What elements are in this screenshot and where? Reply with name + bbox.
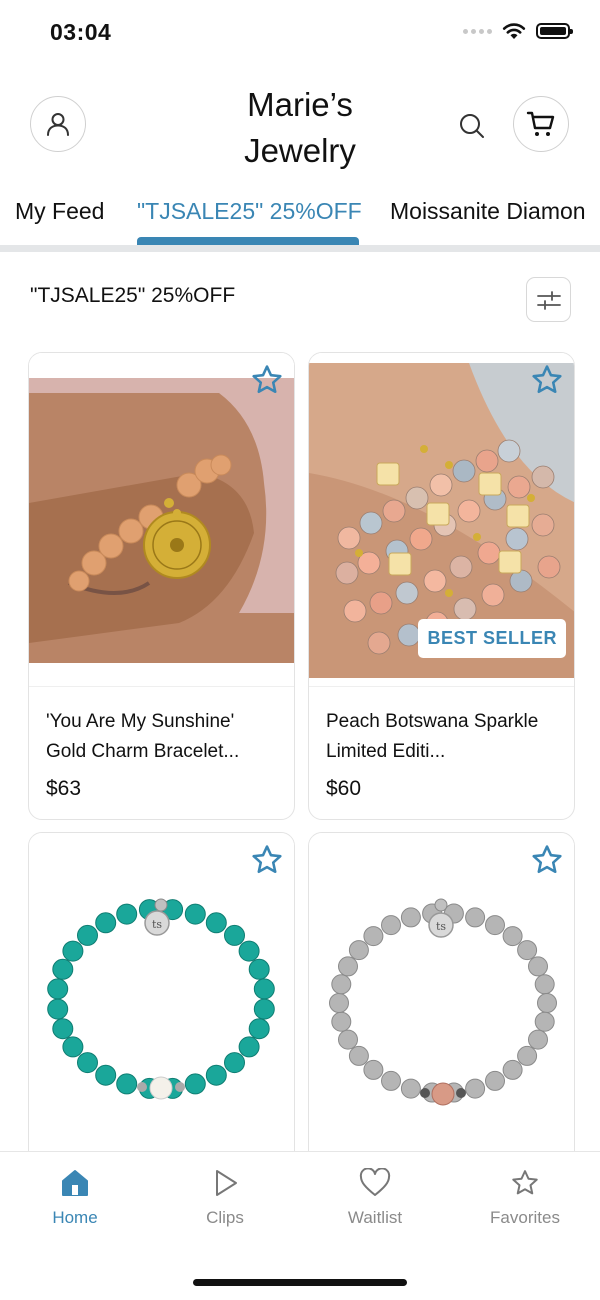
product-price: $63 [46,777,82,800]
home-indicator [193,1279,407,1286]
product-card[interactable]: ts [308,832,575,1172]
svg-text:ts: ts [436,920,446,933]
heart-icon [359,1168,391,1196]
wifi-icon [502,23,526,39]
product-name: 'You Are My Sunshine' Gold Charm Bracele… [46,711,240,762]
product-image[interactable]: ts [29,833,294,1171]
favorite-star-icon[interactable] [530,363,564,397]
status-bar: 03:04 [0,0,600,66]
search-icon [460,114,484,138]
cart-icon [526,111,555,136]
play-icon [216,1170,237,1196]
title-line-1: Marie’s [247,86,353,123]
svg-text:ts: ts [152,918,162,931]
bottom-nav: Home Clips Waitlist Favorites [0,1151,600,1300]
filter-button[interactable] [526,277,571,322]
tabs-divider [0,245,600,252]
title-line-2: Jewelry [244,132,356,169]
product-card[interactable]: 'You Are My Sunshine' Gold Charm Bracele… [28,352,295,820]
nav-favorites[interactable]: Favorites [450,1168,600,1228]
section-title: "TJSALE25" 25%OFF [30,284,236,307]
best-seller-badge: BEST SELLER [418,619,566,658]
nav-label: Waitlist [347,1208,403,1227]
nav-waitlist[interactable]: Waitlist [300,1168,450,1228]
product-card[interactable]: BEST SELLER Peach Botswana Sparkle Limit… [308,352,575,820]
cart-button[interactable] [513,96,569,152]
product-image[interactable] [29,353,294,686]
product-info: 'You Are My Sunshine' Gold Charm Bracele… [29,686,294,819]
favorite-star-icon[interactable] [250,363,284,397]
favorite-star-icon[interactable] [250,843,284,877]
bracelet-photo: ts [47,898,275,1100]
search-button[interactable] [452,106,492,146]
nav-label: Home [52,1208,98,1227]
tab-moissanite-diamond[interactable]: Moissanite Diamon [390,198,586,225]
signal-icon [463,28,492,34]
star-icon [512,1170,538,1195]
product-image[interactable]: BEST SELLER [309,353,574,686]
active-tab-indicator [137,237,359,245]
nav-clips[interactable]: Clips [150,1168,300,1228]
status-icons [463,22,573,40]
nav-label: Clips [206,1208,244,1227]
product-price: $60 [326,777,362,800]
bracelet-photo [29,353,294,686]
battery-icon [536,23,573,39]
home-icon [62,1170,88,1196]
sliders-icon [536,290,561,310]
product-card[interactable]: ts [28,832,295,1172]
tab-tjsale25[interactable]: "TJSALE25" 25%OFF [137,198,362,225]
product-image[interactable]: ts [309,833,574,1171]
page-title: Marie’s Jewelry [0,82,600,174]
product-info: Peach Botswana Sparkle Limited Editi... … [309,686,574,819]
product-name: Peach Botswana Sparkle Limited Editi... [326,711,539,762]
nav-label: Favorites [490,1208,560,1227]
status-time: 03:04 [50,19,112,45]
app-header: Marie’s Jewelry [0,66,600,186]
category-tabs: My Feed "TJSALE25" 25%OFF Moissanite Dia… [0,186,600,246]
nav-home[interactable]: Home [0,1168,150,1228]
tab-my-feed[interactable]: My Feed [15,198,104,225]
bracelet-photo: ts [329,898,557,1106]
favorite-star-icon[interactable] [530,843,564,877]
